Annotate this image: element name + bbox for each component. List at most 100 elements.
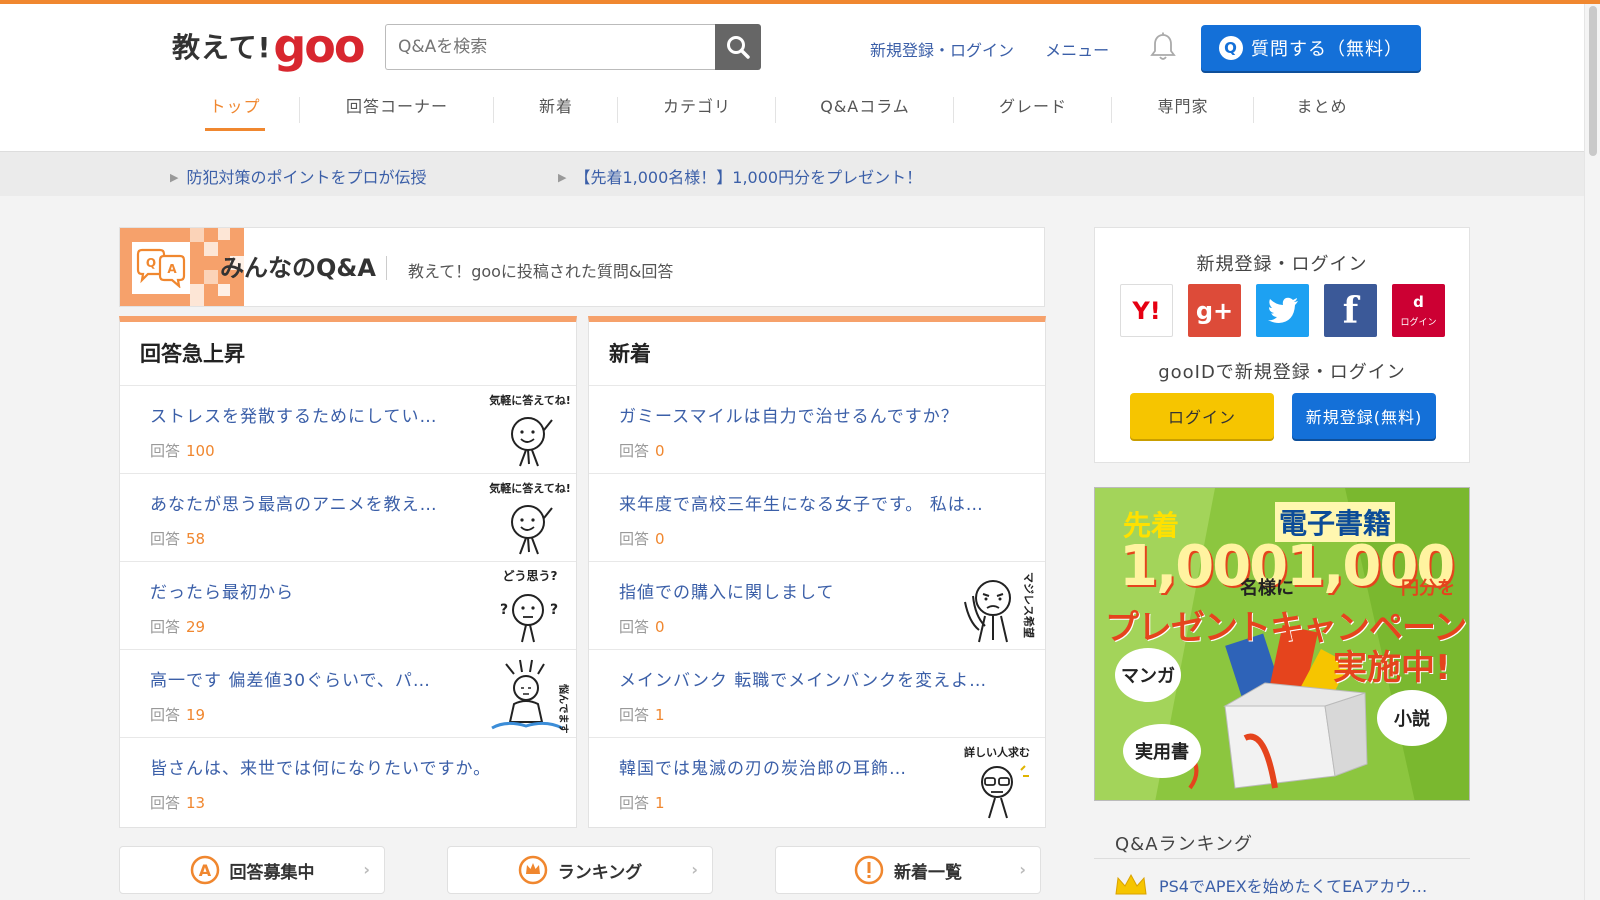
panel-title: 新着 [589,322,1045,386]
question-row[interactable]: あなたが思う最高のアニメを教え… 回答 58 気軽に答えてね! [120,474,576,562]
answer-count: 回答 58 [150,530,206,548]
docomo-label: ログイン [1400,318,1437,328]
question-row[interactable]: だったら最初から 回答 29 どう思う? ? ? [120,562,576,650]
nav-experts[interactable]: 専門家 [1112,89,1254,129]
svg-text:?: ? [500,602,508,618]
logo-goo: goo [273,19,365,73]
ranking-button[interactable]: ランキング › [447,846,713,894]
question-row[interactable]: 指値での購入に関しまして 回答 0 マジレス希望 [589,562,1045,650]
svg-text:気軽に答えてね!: 気軽に答えてね! [489,393,570,407]
question-title[interactable]: メインバンク 転職でメインバンクを変えよ… [619,666,987,691]
banner-novel-bubble: 小説 [1377,690,1447,746]
login-button[interactable]: ログイン [1130,393,1274,439]
nav-matome[interactable]: まとめ [1254,89,1390,129]
facebook-login-button[interactable]: f [1324,284,1377,337]
search-icon [727,36,750,59]
notice-link-crime-prevention[interactable]: ▶ 防犯対策のポイントをプロが伝授 [170,164,426,188]
qa-section-header: Q A みんなのQ&A 教えて！gooに投稿された質問&回答 [119,227,1045,307]
google-plus-login-button[interactable]: g+ [1188,284,1241,337]
header-links: 新規登録・ログイン メニュー [870,37,1135,61]
notice-text: 【先着1,000名様！】1,000円分をプレゼント！ [574,168,923,187]
svg-text:悩んでます: 悩んでます [557,683,570,734]
search-input[interactable] [385,24,715,70]
new-questions-panel: 新着 ガミースマイルは自力で治せるんですか？ 回答 0 来年度で高校三年生になる女… [588,316,1046,828]
docomo-icon: d [1413,293,1424,311]
banner-people: 名様に [1240,578,1294,599]
question-row[interactable]: 韓国では鬼滅の刃の炭治郎の耳飾… 回答 1 詳しい人求む [589,738,1045,826]
signup-login-link[interactable]: 新規登録・ログイン [870,41,1014,60]
nav-qa-column[interactable]: Q&Aコラム [776,89,954,129]
banner-practical-bubble: 実用書 [1123,724,1201,778]
question-row[interactable]: 高一です 偏差値30ぐらいで、パ… 回答 19 悩んでます [120,650,576,738]
bell-icon [1150,32,1176,60]
pill-label: 新着一覧 [894,862,962,883]
page-scrollbar[interactable] [1584,4,1600,900]
nav-top[interactable]: トップ [170,89,300,131]
character-illustration-icon: 悩んでます [491,659,570,734]
site-logo[interactable]: 教えて! goo [172,18,366,73]
scrollbar-thumb[interactable] [1589,6,1597,156]
answer-count: 回答 13 [150,794,206,812]
search-bar [385,24,761,70]
question-title[interactable]: 韓国では鬼滅の刃の炭治郎の耳飾… [619,754,907,779]
menu-link[interactable]: メニュー [1045,41,1109,60]
nav-grade[interactable]: グレード [954,89,1112,129]
crown-badge-icon [518,855,548,885]
question-title[interactable]: 高一です 偏差値30ぐらいで、パ… [150,666,431,691]
search-button[interactable] [715,24,761,70]
register-button[interactable]: 新規登録(無料) [1292,393,1436,439]
nav-category[interactable]: カテゴリ [618,89,776,129]
new-list-button[interactable]: 新着一覧 › [775,846,1041,894]
pill-label: ランキング [557,862,643,883]
answer-count: 回答 0 [619,618,665,636]
login-box: 新規登録・ログイン Y! g+ f d ログイン gooIDで新規登録・ログイン… [1094,227,1470,463]
panel-title: 回答急上昇 [120,322,576,386]
question-title[interactable]: 指値での購入に関しまして [619,578,835,603]
notification-button[interactable] [1150,32,1176,66]
docomo-login-button[interactable]: d ログイン [1392,284,1445,337]
question-row[interactable]: 皆さんは、来世では何になりたいですか。 回答 13 [120,738,576,826]
answer-count: 回答 0 [619,442,665,460]
question-row[interactable]: ガミースマイルは自力で治せるんですか？ 回答 0 [589,386,1045,474]
question-title[interactable]: ガミースマイルは自力で治せるんですか？ [619,402,959,427]
character-illustration-icon: どう思う? ? ? [500,569,558,643]
question-row[interactable]: メインバンク 転職でメインバンクを変えよ… 回答 1 [589,650,1045,738]
ebook-campaign-banner[interactable]: 先着 電子書籍 1,0001,000 名様に 円分を プレゼントキャンペーン 実… [1094,487,1470,801]
notice-bar: ▶ 防犯対策のポイントをプロが伝授 ▶ 【先着1,000名様！】1,000円分をプレ… [0,152,1584,196]
svg-text:Q: Q [146,256,156,270]
nav-label: トップ [209,97,261,116]
question-title[interactable]: だったら最初から [150,578,294,603]
yahoo-login-button[interactable]: Y! [1120,284,1173,337]
social-login-buttons: Y! g+ f d ログイン [1120,284,1460,337]
question-row[interactable]: 来年度で高校三年生になる女子です。 私は… 回答 0 [589,474,1045,562]
login-box-title: 新規登録・ログイン [1196,254,1368,275]
nav-new[interactable]: 新着 [494,89,618,129]
site-header: 教えて! goo 新規登録・ログイン メニュー Q 質問する（無料） トップ 回 [0,4,1584,152]
notice-text: 防犯対策のポイントをプロが伝授 [186,168,427,187]
notice-link-campaign[interactable]: ▶ 【先着1,000名様！】1,000円分をプレゼント！ [558,164,922,188]
nav-active-underline [205,128,265,131]
ask-question-label: 質問する（無料） [1251,39,1403,60]
twitter-login-button[interactable] [1256,284,1309,337]
question-title[interactable]: 皆さんは、来世では何になりたいですか。 [150,754,491,779]
character-illustration-icon: 詳しい人求む [964,745,1030,819]
question-title[interactable]: ストレスを発散するためにしてい… [150,402,438,427]
question-row[interactable]: ストレスを発散するためにしてい… 回答 100 気軽に答えてね! [120,386,576,474]
answer-count: 回答 1 [619,794,665,812]
answer-badge-icon: A [190,855,220,885]
ranking-item-1[interactable]: PS4でAPEXを始めたくてEAアカウ… [1113,872,1427,898]
svg-text:マジレス希望: マジレス希望 [1022,572,1036,638]
ask-question-button[interactable]: Q 質問する（無料） [1201,25,1421,71]
triangle-right-icon: ▶ [170,171,179,184]
nav-answer-corner[interactable]: 回答コーナー [300,89,494,129]
question-title[interactable]: あなたが思う最高のアニメを教え… [150,490,438,515]
answer-count: 回答 1 [619,706,665,724]
answer-wanted-button[interactable]: A 回答募集中 › [119,846,385,894]
facebook-icon: f [1342,289,1359,332]
yahoo-icon: Y! [1132,296,1161,325]
nav-label: Q&Aコラム [820,97,910,116]
question-icon: Q [1219,36,1243,60]
question-title[interactable]: 来年度で高校三年生になる女子です。 私は… [619,490,984,515]
divider [1094,858,1470,859]
svg-text:どう思う?: どう思う? [503,569,558,583]
